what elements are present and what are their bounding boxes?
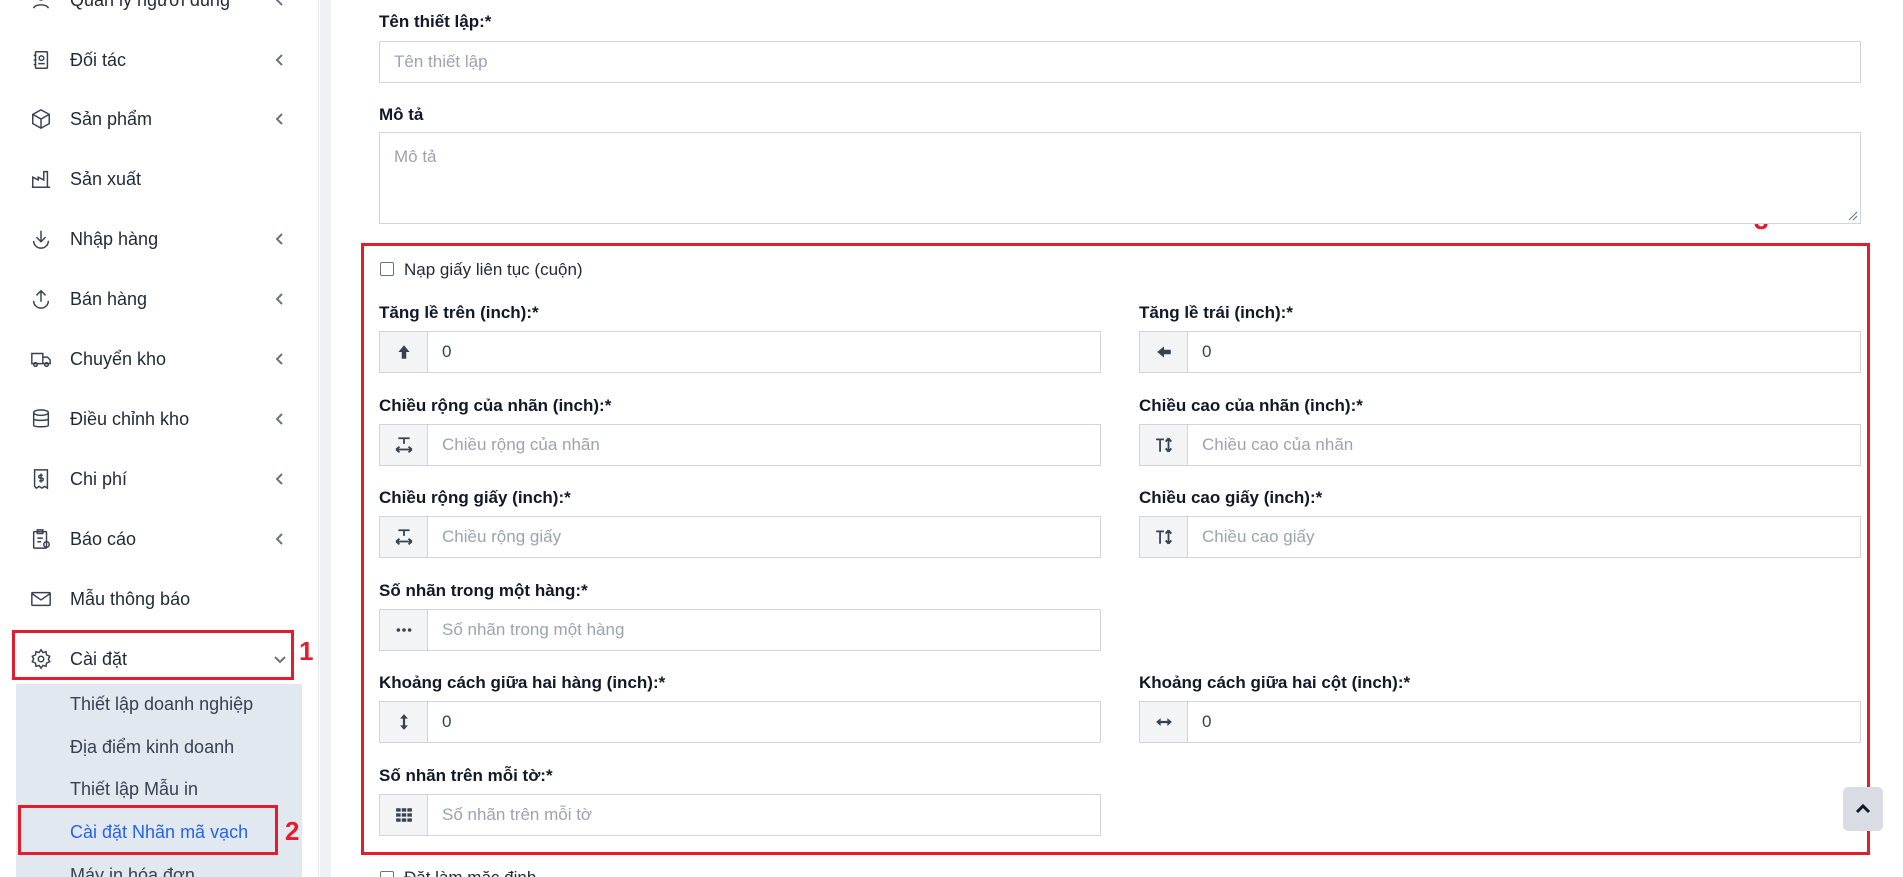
column-gap-input[interactable]: 0 bbox=[1139, 701, 1861, 743]
sidebar-gutter bbox=[320, 0, 331, 877]
paper-width-input[interactable]: Chiều rộng giấy bbox=[379, 516, 1101, 558]
continuous-feed-checkbox[interactable] bbox=[380, 262, 394, 276]
text-width-icon bbox=[380, 425, 428, 465]
ellipsis-icon bbox=[380, 610, 428, 650]
text-height-icon bbox=[1140, 517, 1188, 557]
submenu-item-business-locations[interactable]: Địa điểm kinh doanh bbox=[70, 737, 234, 758]
top-margin-label: Tăng lề trên (inch):* bbox=[379, 303, 539, 322]
sidebar-item-purchases[interactable]: Nhập hàng bbox=[0, 211, 319, 267]
name-input[interactable]: Tên thiết lập bbox=[379, 41, 1861, 83]
sidebar-item-stock-adjustment[interactable]: Điều chỉnh kho bbox=[0, 391, 319, 447]
chevron-left-icon bbox=[273, 352, 287, 366]
paper-width-label: Chiều rộng giấy (inch):* bbox=[379, 488, 571, 507]
label-width-label: Chiều rộng của nhãn (inch):* bbox=[379, 396, 612, 415]
annotation-box-2 bbox=[18, 805, 278, 855]
chevron-left-icon bbox=[273, 532, 287, 546]
label-width-input[interactable]: Chiều rộng của nhãn bbox=[379, 424, 1101, 466]
text-height-icon bbox=[1140, 425, 1188, 465]
sidebar-item-production[interactable]: Sản xuất bbox=[0, 151, 319, 207]
scroll-to-top-button[interactable] bbox=[1843, 787, 1883, 831]
continuous-feed-label: Nạp giấy liên tục (cuộn) bbox=[404, 260, 583, 279]
box-icon bbox=[30, 108, 52, 130]
sidebar-item-label: Chi phí bbox=[70, 468, 128, 489]
sidebar-item-label: Điều chỉnh kho bbox=[70, 408, 190, 429]
sidebar-item-label: Báo cáo bbox=[70, 528, 137, 549]
contacts-icon bbox=[30, 49, 52, 71]
sidebar-item-label: Nhập hàng bbox=[70, 228, 159, 249]
left-margin-label: Tăng lề trái (inch):* bbox=[1139, 303, 1293, 322]
arrows-vertical-icon bbox=[380, 702, 428, 742]
paper-height-label: Chiều cao giấy (inch):* bbox=[1139, 488, 1323, 507]
chevron-left-icon bbox=[273, 112, 287, 126]
arrow-up-icon bbox=[380, 332, 428, 372]
sidebar-item-label: Bán hàng bbox=[70, 288, 148, 309]
label-height-label: Chiều cao của nhãn (inch):* bbox=[1139, 396, 1363, 415]
sidebar-item-partners[interactable]: Đối tác bbox=[0, 32, 319, 88]
name-label: Tên thiết lập:* bbox=[379, 12, 492, 31]
envelope-icon bbox=[30, 588, 52, 610]
labels-per-row-input[interactable]: Số nhãn trong một hàng bbox=[379, 609, 1101, 651]
set-default-label: Đặt làm mặc định bbox=[404, 868, 536, 877]
factory-icon bbox=[30, 168, 52, 190]
description-label: Mô tả bbox=[379, 105, 424, 124]
labels-per-sheet-input[interactable]: Số nhãn trên mỗi tờ bbox=[379, 794, 1101, 836]
chevron-left-icon bbox=[273, 53, 287, 67]
labels-per-row-label: Số nhãn trong một hàng:* bbox=[379, 581, 588, 600]
annotation-number-1: 1 bbox=[299, 636, 314, 666]
sidebar-item-expenses[interactable]: Chi phí bbox=[0, 451, 319, 507]
sidebar: Quản lý người dùng Đối tác Sản phẩm Sản … bbox=[0, 0, 319, 877]
annotation-number-2: 2 bbox=[285, 816, 300, 846]
column-gap-label: Khoảng cách giữa hai cột (inch):* bbox=[1139, 673, 1411, 692]
submenu-item-receipt-printers[interactable]: Máy in hóa đơn bbox=[70, 865, 195, 877]
description-textarea[interactable]: Mô tả bbox=[379, 132, 1861, 224]
sidebar-item-reports[interactable]: Báo cáo bbox=[0, 511, 319, 567]
sidebar-item-label: Sản xuất bbox=[70, 168, 142, 189]
row-gap-input[interactable]: 0 bbox=[379, 701, 1101, 743]
sidebar-item-notification-templates[interactable]: Mẫu thông báo bbox=[0, 571, 319, 627]
set-default-checkbox[interactable] bbox=[380, 871, 394, 877]
sidebar-item-users[interactable]: Quản lý người dùng bbox=[0, 0, 319, 28]
paper-height-input[interactable]: Chiều cao giấy bbox=[1139, 516, 1861, 558]
grid-icon bbox=[380, 795, 428, 835]
chevron-left-icon bbox=[273, 412, 287, 426]
sidebar-item-products[interactable]: Sản phẩm bbox=[0, 91, 319, 147]
chevron-left-icon bbox=[273, 472, 287, 486]
row-gap-label: Khoảng cách giữa hai hàng (inch):* bbox=[379, 673, 666, 692]
sidebar-item-label: Mẫu thông báo bbox=[70, 588, 191, 609]
top-margin-input[interactable]: 0 bbox=[379, 331, 1101, 373]
sidebar-item-stock-transfer[interactable]: Chuyển kho bbox=[0, 331, 319, 387]
receipt-icon bbox=[30, 468, 52, 490]
resize-grip-icon[interactable] bbox=[1848, 211, 1858, 221]
labels-per-sheet-label: Số nhãn trên mỗi tờ:* bbox=[379, 766, 553, 785]
database-icon bbox=[30, 408, 52, 430]
left-margin-input[interactable]: 0 bbox=[1139, 331, 1861, 373]
truck-icon bbox=[30, 348, 52, 370]
sidebar-item-label: Quản lý người dùng bbox=[70, 0, 230, 11]
sidebar-item-label: Sản phẩm bbox=[70, 108, 153, 129]
annotation-box-1 bbox=[12, 630, 294, 680]
clipboard-icon bbox=[30, 528, 52, 550]
user-icon bbox=[30, 0, 52, 11]
sidebar-item-label: Chuyển kho bbox=[70, 348, 167, 369]
sidebar-item-sales[interactable]: Bán hàng bbox=[0, 271, 319, 327]
chevron-up-icon bbox=[1855, 803, 1871, 814]
text-width-icon bbox=[380, 517, 428, 557]
submenu-item-business-settings[interactable]: Thiết lập doanh nghiệp bbox=[70, 694, 253, 715]
arrow-circle-down-icon bbox=[30, 228, 52, 250]
label-height-input[interactable]: Chiều cao của nhãn bbox=[1139, 424, 1861, 466]
sidebar-item-label: Đối tác bbox=[70, 49, 127, 70]
chevron-left-icon bbox=[273, 0, 287, 7]
arrow-left-icon bbox=[1140, 332, 1188, 372]
submenu-item-invoice-layouts[interactable]: Thiết lập Mẫu in bbox=[70, 779, 198, 800]
chevron-left-icon bbox=[273, 232, 287, 246]
chevron-left-icon bbox=[273, 292, 287, 306]
arrow-circle-up-icon bbox=[30, 288, 52, 310]
arrows-horizontal-icon bbox=[1140, 702, 1188, 742]
